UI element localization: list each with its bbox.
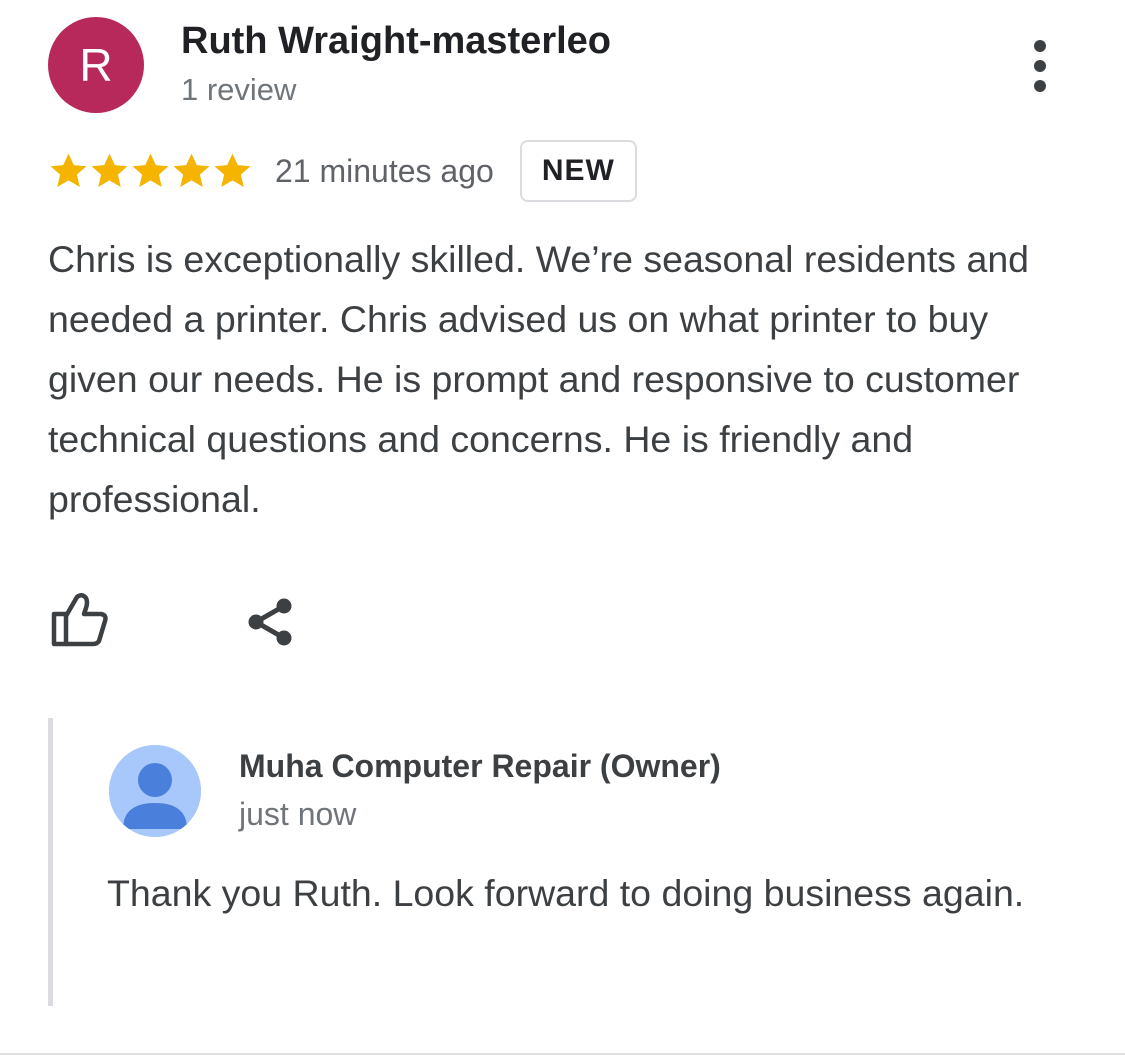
owner-reply-time: just now xyxy=(239,796,357,832)
star-icon xyxy=(173,153,210,187)
more-vert-icon xyxy=(1034,40,1046,52)
owner-reply-text: Thank you Ruth. Look forward to doing bu… xyxy=(107,872,1025,914)
reviewer-avatar[interactable]: R xyxy=(48,17,144,113)
avatar-initial: R xyxy=(79,39,113,91)
reviewer-name[interactable]: Ruth Wraight-masterleo xyxy=(181,20,611,63)
like-button[interactable] xyxy=(48,590,112,650)
star-icon xyxy=(132,153,169,187)
star-icon xyxy=(214,153,251,187)
owner-name: Muha Computer Repair (Owner) xyxy=(239,748,721,784)
review-time: 21 minutes ago xyxy=(275,152,494,189)
new-badge: NEW xyxy=(519,140,637,202)
star-icon xyxy=(91,153,128,187)
owner-reply: Muha Computer Repair (Owner) just now Th… xyxy=(48,718,1083,1006)
share-icon xyxy=(248,598,292,646)
divider xyxy=(0,1053,1125,1055)
rating-row: 21 minutes ago NEW xyxy=(48,140,637,202)
owner-avatar xyxy=(109,745,201,837)
star-rating xyxy=(48,151,253,192)
review-card: R Ruth Wraight-masterleo 1 review 21 min… xyxy=(0,0,1125,1057)
share-button[interactable] xyxy=(240,594,300,654)
person-icon xyxy=(109,745,201,837)
reviewer-review-count: 1 review xyxy=(181,72,297,107)
star-icon xyxy=(50,153,87,187)
review-text: Chris is exceptionally skilled. We’re se… xyxy=(48,238,1030,520)
more-options-button[interactable] xyxy=(1018,36,1062,96)
thumbs-up-icon xyxy=(51,593,108,647)
